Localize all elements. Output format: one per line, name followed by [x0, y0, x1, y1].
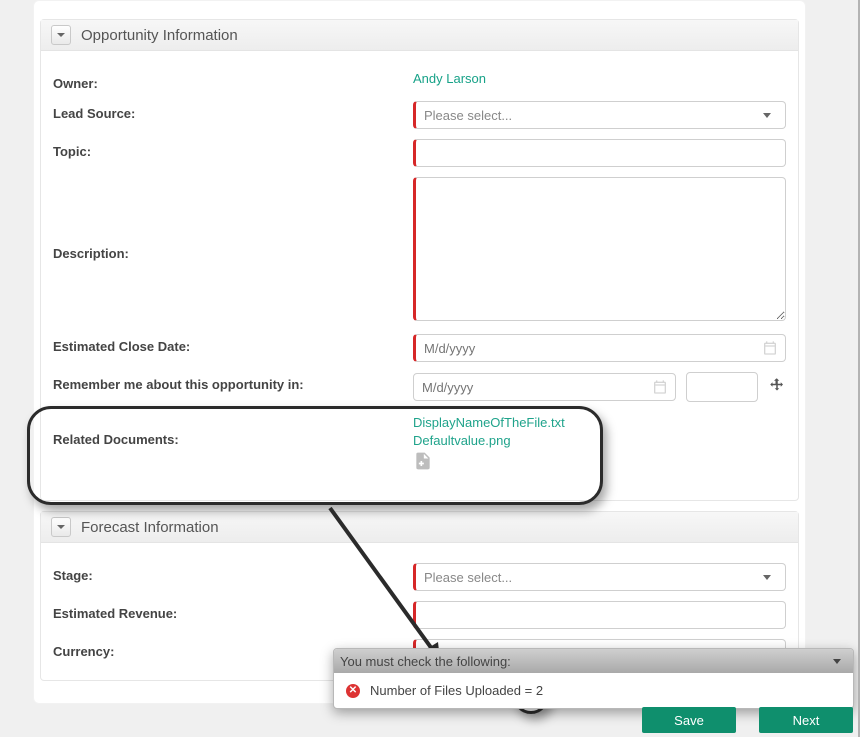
label-topic: Topic:	[53, 139, 413, 159]
label-estimated-close: Estimated Close Date:	[53, 334, 413, 354]
estimated-close-date-input[interactable]	[413, 334, 786, 362]
caret-down-icon	[763, 575, 771, 580]
form-card: Opportunity Information Owner: Andy Lars…	[33, 0, 806, 704]
value-owner: Andy Larson	[413, 71, 786, 86]
lead-source-select[interactable]: Please select...	[413, 101, 786, 129]
calendar-icon[interactable]	[762, 340, 778, 359]
error-icon: ✕	[346, 684, 360, 698]
panel-opportunity-header[interactable]: Opportunity Information	[41, 20, 798, 51]
estimated-revenue-input[interactable]	[413, 601, 786, 629]
validation-popup-title: You must check the following:	[340, 654, 511, 669]
validation-message: Number of Files Uploaded = 2	[370, 683, 543, 698]
label-estimated-revenue: Estimated Revenue:	[53, 601, 413, 621]
label-owner: Owner:	[53, 71, 413, 91]
panel-forecast-header[interactable]: Forecast Information	[41, 512, 798, 543]
description-textarea[interactable]	[413, 177, 786, 321]
panel-opportunity-title: Opportunity Information	[81, 27, 238, 44]
chevron-down-icon[interactable]	[51, 517, 71, 537]
next-button[interactable]: Next	[759, 707, 853, 733]
label-description: Description:	[53, 241, 413, 261]
label-reminder: Remember me about this opportunity in:	[53, 372, 413, 392]
document-link[interactable]: DisplayNameOfTheFile.txt	[413, 415, 786, 430]
calendar-icon[interactable]	[652, 379, 668, 398]
save-button[interactable]: Save	[642, 707, 736, 733]
caret-down-icon	[833, 659, 841, 664]
chevron-down-icon[interactable]	[51, 25, 71, 45]
validation-popup: You must check the following: ✕ Number o…	[333, 648, 854, 709]
caret-down-icon	[763, 113, 771, 118]
reminder-offset-input[interactable]	[686, 372, 758, 402]
panel-opportunity: Opportunity Information Owner: Andy Lars…	[40, 19, 799, 501]
label-lead-source: Lead Source:	[53, 101, 413, 121]
reminder-date-input[interactable]	[413, 373, 676, 401]
validation-popup-header[interactable]: You must check the following:	[334, 649, 853, 673]
label-related-documents: Related Documents:	[53, 412, 413, 447]
add-document-icon[interactable]	[413, 459, 433, 474]
document-link[interactable]: Defaultvalue.png	[413, 433, 786, 448]
stage-select[interactable]: Please select...	[413, 563, 786, 591]
move-icon[interactable]	[768, 377, 786, 398]
topic-input[interactable]	[413, 139, 786, 167]
label-stage: Stage:	[53, 563, 413, 583]
panel-forecast-title: Forecast Information	[81, 519, 219, 536]
